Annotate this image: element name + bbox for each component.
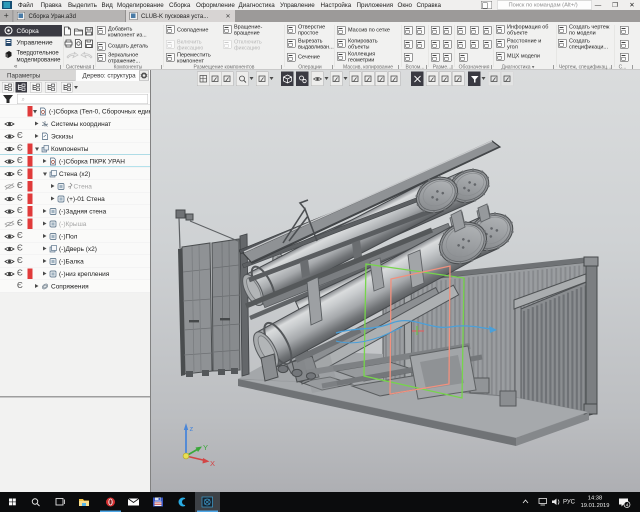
svg-text:X: X: [210, 459, 215, 468]
svg-text:z: z: [190, 424, 194, 433]
svg-text:Y: Y: [203, 443, 208, 452]
